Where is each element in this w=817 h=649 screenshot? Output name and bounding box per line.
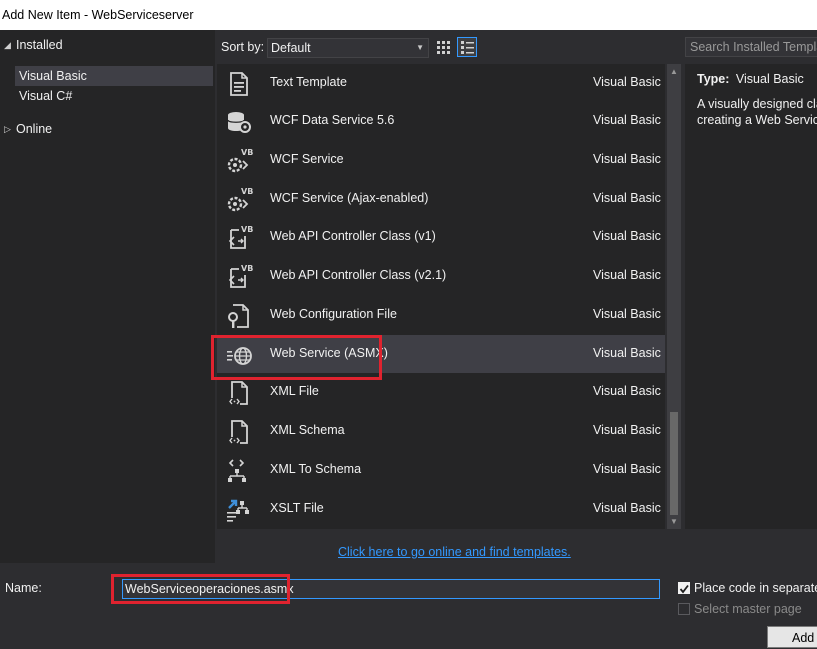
template-language: Visual Basic	[593, 423, 661, 437]
template-name: Web Configuration File	[270, 307, 397, 321]
tree-label-online: Online	[16, 122, 53, 136]
search-templates-input[interactable]: Search Installed Templates	[685, 37, 817, 57]
template-name: XML To Schema	[270, 462, 362, 476]
template-language: Visual Basic	[593, 501, 661, 515]
xml-schema-icon	[229, 420, 248, 444]
name-input[interactable]: WebServiceoperaciones.asmx	[122, 579, 660, 599]
template-language: Visual Basic	[593, 191, 661, 205]
web-api-controller-icon: VB	[228, 225, 253, 249]
template-name: WCF Service (Ajax-enabled)	[270, 191, 429, 205]
select-master-checkbox[interactable]	[678, 603, 690, 615]
template-language: Visual Basic	[593, 268, 661, 282]
template-language: Visual Basic	[593, 113, 661, 127]
svg-text:VB: VB	[241, 187, 253, 196]
template-language: Visual Basic	[593, 384, 661, 398]
xslt-file-icon	[227, 499, 249, 522]
template-list-scrollbar[interactable]: ▲ ▼	[667, 64, 681, 529]
svg-text:VB: VB	[241, 148, 253, 157]
category-tree: ◢ Installed Visual Basic Visual C# ▷ Onl…	[0, 30, 215, 563]
sort-toolbar: Sort by: Default ▼	[215, 30, 685, 63]
template-row[interactable]: XSLT File Visual Basic	[217, 490, 665, 528]
type-label: Type:	[697, 72, 730, 86]
scroll-up-icon[interactable]: ▲	[670, 67, 678, 76]
template-row[interactable]: WCF Data Service 5.6 Visual Basic	[217, 102, 665, 140]
tree-node-visual-basic[interactable]: Visual Basic	[15, 66, 213, 86]
window-title: Add New Item - WebServiceserver	[2, 8, 194, 22]
template-row-selected[interactable]: Web Service (ASMX) Visual Basic	[217, 335, 665, 373]
web-service-globe-icon	[227, 347, 252, 365]
template-language: Visual Basic	[593, 152, 661, 166]
template-description: A visually designed class for creating a…	[697, 97, 817, 127]
sort-value: Default	[271, 41, 311, 55]
name-label: Name:	[5, 581, 42, 595]
wcf-service-ajax-icon: VB	[227, 187, 253, 212]
template-name: Web API Controller Class (v2.1)	[270, 268, 447, 282]
xml-file-icon	[229, 381, 248, 405]
scrollbar-thumb[interactable]	[670, 412, 678, 515]
add-button[interactable]: Add	[767, 626, 817, 648]
list-view-icon	[461, 41, 474, 54]
tree-node-visual-csharp[interactable]: Visual C#	[19, 86, 72, 106]
template-name: Text Template	[270, 75, 347, 89]
medium-icons-view-button[interactable]	[433, 37, 453, 57]
tree-label-visual-csharp: Visual C#	[19, 89, 73, 103]
template-language: Visual Basic	[593, 229, 661, 243]
grid-view-icon	[437, 41, 450, 54]
template-row[interactable]: VB Web API Controller Class (v1) Visual …	[217, 218, 665, 256]
svg-text:VB: VB	[241, 225, 253, 234]
scroll-down-icon[interactable]: ▼	[670, 517, 678, 526]
template-name: Web API Controller Class (v1)	[270, 229, 436, 243]
template-name: XML File	[270, 384, 319, 398]
expanded-arrow-icon[interactable]: ◢	[4, 35, 11, 55]
template-row[interactable]: VB Web API Controller Class (v2.1) Visua…	[217, 257, 665, 295]
list-view-button[interactable]	[457, 37, 477, 57]
web-config-icon	[228, 304, 249, 328]
add-button-label: Add	[792, 631, 815, 645]
template-language: Visual Basic	[593, 307, 661, 321]
find-templates-online-link[interactable]: Click here to go online and find templat…	[338, 545, 571, 559]
sort-select[interactable]: Default ▼	[267, 38, 429, 58]
search-placeholder: Search Installed Templates	[690, 40, 817, 54]
template-row[interactable]: Text Template Visual Basic	[217, 64, 665, 102]
template-row[interactable]: XML File Visual Basic	[217, 373, 665, 411]
xml-to-schema-icon	[228, 459, 246, 482]
template-row[interactable]: VB WCF Service (Ajax-enabled) Visual Bas…	[217, 180, 665, 218]
svg-text:VB: VB	[241, 264, 253, 273]
template-name: WCF Data Service 5.6	[270, 113, 395, 127]
place-code-label: Place code in separate file	[694, 581, 817, 595]
tree-label-installed: Installed	[16, 38, 63, 52]
details-pane: Type: Visual Basic A visually designed c…	[685, 64, 817, 529]
template-language: Visual Basic	[593, 75, 661, 89]
text-template-icon	[230, 72, 248, 96]
template-name: XSLT File	[270, 501, 324, 515]
type-value: Visual Basic	[735, 72, 804, 86]
template-row[interactable]: XML To Schema Visual Basic	[217, 451, 665, 489]
template-name: WCF Service	[270, 152, 344, 166]
template-list[interactable]: Text Template Visual Basic WCF Data Serv…	[217, 64, 665, 529]
select-master-label: Select master page	[694, 602, 802, 616]
chevron-down-icon: ▼	[416, 43, 424, 52]
collapsed-arrow-icon[interactable]: ▷	[4, 119, 11, 139]
sort-label: Sort by:	[221, 40, 265, 54]
web-api-controller-icon: VB	[228, 264, 253, 288]
place-code-checkbox[interactable]	[678, 582, 690, 594]
template-row[interactable]: VB WCF Service Visual Basic	[217, 141, 665, 179]
template-language: Visual Basic	[593, 462, 661, 476]
template-language: Visual Basic	[593, 346, 661, 360]
checkmark-icon	[679, 584, 689, 594]
tree-label-visual-basic: Visual Basic	[19, 69, 87, 83]
template-name: XML Schema	[270, 423, 345, 437]
wcf-service-icon: VB	[227, 148, 253, 173]
template-row[interactable]: XML Schema Visual Basic	[217, 412, 665, 450]
name-form: Name: WebServiceoperaciones.asmx Place c…	[0, 570, 817, 648]
type-line: Type: Visual Basic	[697, 72, 804, 86]
template-row[interactable]: Web Configuration File Visual Basic	[217, 296, 665, 334]
template-name: Web Service (ASMX)	[270, 346, 388, 360]
name-input-value: WebServiceoperaciones.asmx	[125, 582, 294, 596]
wcf-data-service-icon	[227, 112, 251, 133]
title-bar: Add New Item - WebServiceserver	[0, 0, 817, 30]
